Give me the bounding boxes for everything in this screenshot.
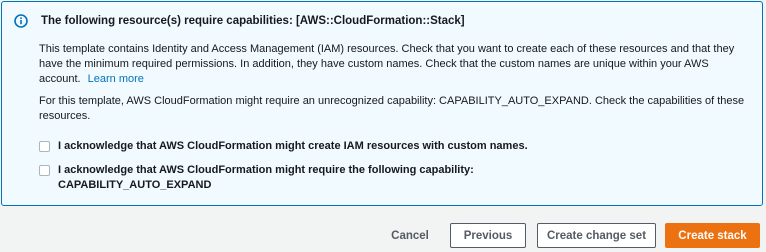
acknowledge-auto-expand-label-line1: I acknowledge that AWS CloudFormation mi… [58,164,474,176]
create-stack-button[interactable]: Create stack [665,223,760,248]
acknowledge-iam-label[interactable]: I acknowledge that AWS CloudFormation mi… [58,139,558,154]
previous-button[interactable]: Previous [450,223,526,248]
acknowledge-auto-expand-checkbox[interactable] [39,165,50,176]
alert-paragraph-iam: This template contains Identity and Acce… [39,42,749,87]
alert-paragraph-capability: For this template, AWS CloudFormation mi… [39,95,745,122]
create-change-set-button[interactable]: Create change set [537,223,656,248]
acknowledge-auto-expand-label-line2: CAPABILITY_AUTO_EXPAND [58,179,212,191]
learn-more-link[interactable]: Learn more [88,73,144,85]
cancel-button[interactable]: Cancel [380,223,440,248]
alert-title: The following resource(s) require capabi… [41,15,465,27]
info-icon [14,14,28,28]
acknowledge-auto-expand-row[interactable]: I acknowledge that AWS CloudFormation mi… [39,163,558,193]
page: The following resource(s) require capabi… [0,0,766,252]
acknowledge-iam-row[interactable]: I acknowledge that AWS CloudFormation mi… [39,139,558,154]
acknowledge-iam-checkbox[interactable] [39,141,50,152]
acknowledge-auto-expand-label[interactable]: I acknowledge that AWS CloudFormation mi… [58,163,558,193]
